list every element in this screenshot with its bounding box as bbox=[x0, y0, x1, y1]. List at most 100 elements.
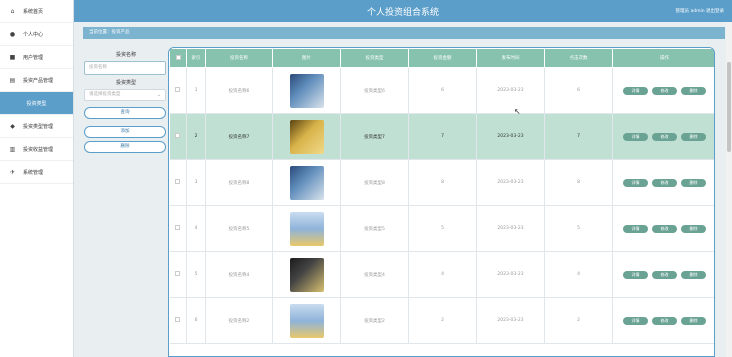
edit-button[interactable]: 修改 bbox=[652, 132, 677, 141]
sidebar-item-3[interactable]: ■ 用户管理 bbox=[0, 46, 73, 69]
date-cell: 2023-03-23 bbox=[476, 297, 545, 344]
page-scrollbar[interactable] bbox=[726, 22, 732, 357]
amount-cell: 8 bbox=[408, 159, 477, 206]
edit-button[interactable]: 修改 bbox=[652, 86, 677, 95]
sidebar-item-label: 投资产品管理 bbox=[23, 77, 54, 84]
date-cell: 2023-03-23 bbox=[476, 113, 545, 160]
column-header: 投资名称 bbox=[205, 48, 273, 68]
table-row[interactable]: 2 投资名称7 投资类型7 7 2023-03-23 7 详情 修改 删除 bbox=[169, 113, 714, 160]
name-search-input[interactable]: 投资名称 bbox=[84, 61, 166, 75]
row-checkbox-cell bbox=[169, 251, 187, 298]
type-cell: 投资类型6 bbox=[340, 67, 409, 114]
app-title: 个人投资组合系统 bbox=[366, 8, 439, 18]
product-image bbox=[289, 211, 324, 246]
name-cell: 投资名称6 bbox=[205, 67, 273, 114]
column-header: 投资类型 bbox=[340, 48, 409, 68]
detail-button[interactable]: 详情 bbox=[623, 86, 648, 95]
product-image bbox=[289, 73, 324, 108]
type-cell: 投资类型7 bbox=[340, 113, 409, 160]
edit-button[interactable]: 修改 bbox=[652, 224, 677, 233]
row-checkbox[interactable] bbox=[175, 271, 181, 276]
clicks-cell: 4 bbox=[544, 251, 613, 298]
sidebar-item-label: 系统首页 bbox=[23, 8, 44, 15]
detail-button[interactable]: 详情 bbox=[623, 224, 648, 233]
index-cell: 1 bbox=[186, 67, 206, 114]
row-checkbox[interactable] bbox=[175, 179, 181, 184]
image-cell bbox=[272, 159, 341, 206]
index-cell: 2 bbox=[186, 113, 206, 160]
row-checkbox-cell bbox=[169, 113, 187, 160]
row-actions: 详情 修改 删除 bbox=[613, 178, 714, 187]
row-checkbox[interactable] bbox=[175, 225, 181, 230]
edit-button[interactable]: 修改 bbox=[652, 316, 677, 325]
delete-row-button[interactable]: 删除 bbox=[681, 132, 706, 141]
type-label: 投资类型 bbox=[115, 80, 136, 86]
type-cell: 投资类型8 bbox=[340, 159, 409, 206]
column-header[interactable] bbox=[169, 48, 187, 68]
scrollbar-thumb[interactable] bbox=[727, 62, 731, 152]
sidebar-item-label: 个人中心 bbox=[23, 31, 44, 38]
index-cell: 6 bbox=[186, 297, 206, 344]
amount-cell: 6 bbox=[408, 67, 477, 114]
edit-button[interactable]: 修改 bbox=[652, 270, 677, 279]
delete-row-button[interactable]: 删除 bbox=[681, 316, 706, 325]
detail-button[interactable]: 详情 bbox=[623, 316, 648, 325]
delete-row-button[interactable]: 删除 bbox=[681, 178, 706, 187]
type-cell: 投资类型5 bbox=[340, 205, 409, 252]
amount-cell: 4 bbox=[408, 251, 477, 298]
detail-button[interactable]: 详情 bbox=[623, 270, 648, 279]
sidebar-item-4[interactable]: ▤ 投资产品管理 bbox=[0, 69, 73, 92]
mouse-cursor-icon: ↖ bbox=[514, 107, 521, 116]
row-actions: 详情 修改 删除 bbox=[613, 224, 714, 233]
table-row[interactable]: 3 投资名称8 投资类型8 8 2023-03-23 8 详情 修改 删除 bbox=[169, 159, 714, 206]
clicks-cell: 5 bbox=[544, 205, 613, 252]
operations-cell: 详情 修改 删除 bbox=[612, 297, 714, 344]
table-row[interactable]: 4 投资名称5 投资类型5 5 2023-03-23 5 详情 修改 删除 bbox=[169, 205, 714, 252]
row-checkbox[interactable] bbox=[175, 317, 181, 322]
clicks-cell: 2 bbox=[544, 297, 613, 344]
product-image bbox=[289, 257, 324, 292]
sidebar-item-7[interactable]: ▥ 投资收益管理 bbox=[0, 138, 73, 161]
table-row[interactable]: 5 投资名称4 投资类型4 4 2023-03-23 4 详情 修改 删除 bbox=[169, 251, 714, 298]
row-actions: 详情 修改 删除 bbox=[613, 270, 714, 279]
sidebar-item-2[interactable]: ● 个人中心 bbox=[0, 23, 73, 46]
table-row[interactable]: 6 投资名称2 投资类型2 2 2023-03-23 2 详情 修改 删除 bbox=[169, 297, 714, 344]
row-checkbox[interactable] bbox=[175, 133, 181, 138]
operations-cell: 详情 修改 删除 bbox=[612, 159, 714, 206]
name-cell: 投资名称7 bbox=[205, 113, 273, 160]
delete-button[interactable]: 删除 bbox=[84, 141, 166, 153]
edit-button[interactable]: 修改 bbox=[652, 178, 677, 187]
column-header: 点击次数 bbox=[544, 48, 613, 68]
sidebar-item-1[interactable]: ⌂ 系统首页 bbox=[0, 0, 73, 23]
index-cell: 3 bbox=[186, 159, 206, 206]
table-row[interactable]: 1 投资名称6 投资类型6 6 2023-03-23 6 详情 修改 删除 bbox=[169, 67, 714, 114]
date-cell: 2023-03-23 bbox=[476, 251, 545, 298]
date-cell: 2023-03-23 bbox=[476, 67, 545, 114]
delete-row-button[interactable]: 删除 bbox=[681, 224, 706, 233]
type-cell: 投资类型2 bbox=[340, 297, 409, 344]
table-header-row: 索引 投资名称 图片 投资类型 投资金额 发布时间 点击次数 操作 bbox=[169, 48, 714, 68]
select-all-checkbox[interactable] bbox=[175, 54, 181, 60]
delete-row-button[interactable]: 删除 bbox=[681, 86, 706, 95]
operations-cell: 详情 修改 删除 bbox=[612, 113, 714, 160]
detail-button[interactable]: 详情 bbox=[623, 132, 648, 141]
sidebar-item-5[interactable]: 投资类型 bbox=[0, 92, 73, 115]
user-info-logout[interactable]: 管理员 admin 退出登录 bbox=[676, 8, 724, 14]
breadcrumb: 当前位置：投资产品 bbox=[83, 27, 725, 39]
detail-button[interactable]: 详情 bbox=[623, 178, 648, 187]
clicks-cell: 6 bbox=[544, 67, 613, 114]
sidebar-item-8[interactable]: ✈ 系统管理 bbox=[0, 161, 73, 184]
users-icon: ■ bbox=[9, 53, 16, 61]
type-select-placeholder: 请选择投资类型 bbox=[89, 92, 121, 97]
row-checkbox[interactable] bbox=[175, 87, 181, 92]
sidebar-item-6[interactable]: ◆ 投资类型管理 bbox=[0, 115, 73, 138]
delete-row-button[interactable]: 删除 bbox=[681, 270, 706, 279]
add-button[interactable]: 添加 bbox=[84, 126, 166, 138]
row-actions: 详情 修改 删除 bbox=[613, 132, 714, 141]
row-checkbox-cell bbox=[169, 205, 187, 252]
search-button[interactable]: 查询 bbox=[84, 107, 166, 119]
type-select[interactable]: 请选择投资类型 ⌄ bbox=[84, 89, 166, 101]
column-header: 索引 bbox=[186, 48, 206, 68]
name-cell: 投资名称5 bbox=[205, 205, 273, 252]
date-cell: 2023-03-23 bbox=[476, 159, 545, 206]
